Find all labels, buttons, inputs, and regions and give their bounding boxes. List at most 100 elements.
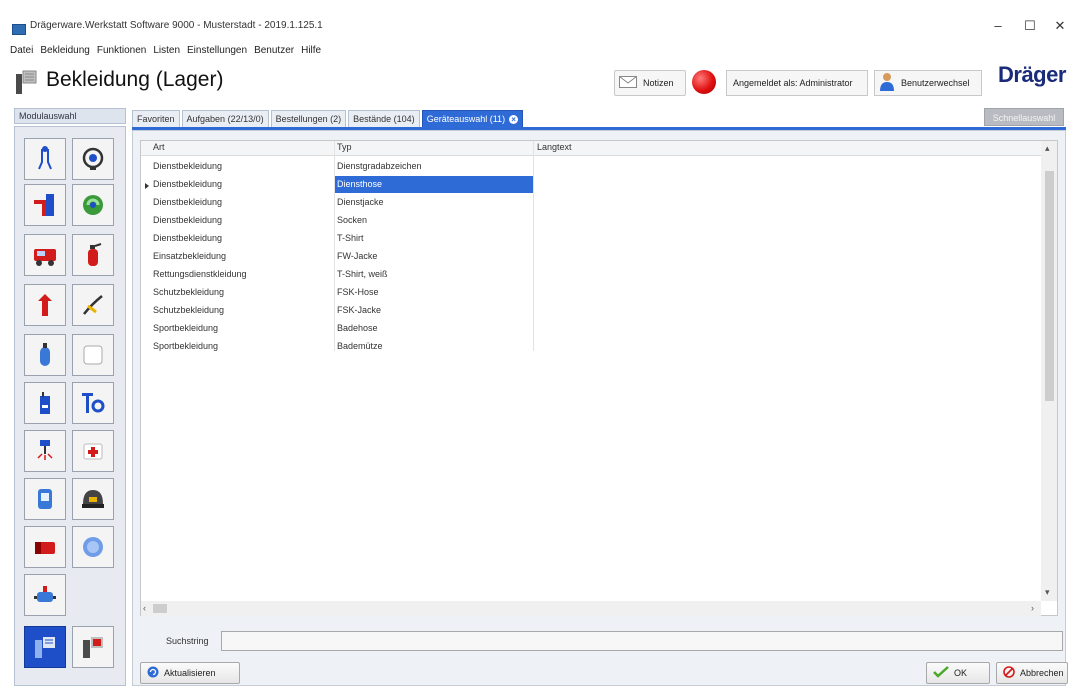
cell-typ: FW-Jacke: [337, 251, 378, 261]
close-button[interactable]: ✕: [1044, 14, 1074, 38]
app-icon: [12, 24, 26, 35]
cell-typ: Bademütze: [337, 341, 383, 351]
cell-typ: Dienstgradabzeichen: [337, 161, 422, 171]
module-helmet-button[interactable]: [72, 478, 114, 520]
module-ladder-button[interactable]: [24, 184, 66, 226]
logged-in-user: Angemeldet als: Administrator: [726, 70, 868, 96]
page-title: Bekleidung (Lager): [46, 68, 224, 91]
menu-listen[interactable]: Listen: [153, 45, 180, 61]
vertical-scroll-thumb[interactable]: [1045, 171, 1054, 401]
table-row[interactable]: Sportbekleidung Bademütze: [141, 338, 1041, 355]
tab-bestellungen[interactable]: Bestellungen (2): [270, 110, 347, 128]
module-gas-detector-button[interactable]: [72, 184, 114, 226]
sensor-icon: [83, 537, 103, 557]
brand-logo: Dräger: [998, 62, 1066, 87]
device-grid: Art Typ Langtext Dienstbekleidung Dienst…: [140, 140, 1058, 616]
search-label: Suchstring: [166, 636, 209, 646]
table-row[interactable]: Dienstbekleidung Dienstgradabzeichen: [141, 158, 1041, 175]
tab-geraeteauswahl[interactable]: Geräteauswahl (11) ×: [421, 110, 524, 128]
quick-select-button[interactable]: Schnellauswahl: [984, 108, 1064, 126]
menu-einstellungen[interactable]: Einstellungen: [187, 45, 247, 61]
module-radio-button[interactable]: [24, 382, 66, 424]
table-row[interactable]: Rettungsdienstkleidung T-Shirt, weiß: [141, 266, 1041, 283]
cancel-button[interactable]: Abbrechen: [996, 662, 1068, 684]
scroll-right-icon[interactable]: ›: [1031, 603, 1034, 613]
maximize-button[interactable]: ☐: [1014, 14, 1046, 38]
column-header-typ[interactable]: Typ: [337, 142, 352, 152]
menu-bekleidung[interactable]: Bekleidung: [40, 45, 89, 61]
cell-art: Schutzbekleidung: [153, 287, 225, 297]
notes-button[interactable]: Notizen: [614, 70, 686, 96]
scroll-down-icon[interactable]: ▾: [1045, 587, 1050, 598]
menu-datei[interactable]: Datei: [10, 45, 33, 61]
module-gas-cylinder-button[interactable]: [24, 334, 66, 376]
module-sensor-button[interactable]: [72, 526, 114, 568]
refresh-button[interactable]: Aktualisieren: [140, 662, 240, 684]
cell-art: Dienstbekleidung: [153, 215, 223, 225]
tab-favoriten[interactable]: Favoriten: [132, 110, 180, 128]
horizontal-scroll-thumb[interactable]: [153, 604, 167, 613]
cell-art: Dienstbekleidung: [153, 161, 223, 171]
table-row[interactable]: Dienstbekleidung T-Shirt: [141, 230, 1041, 247]
module-measuring-device-button[interactable]: [24, 478, 66, 520]
module-mask-button[interactable]: [72, 138, 114, 180]
table-row[interactable]: Schutzbekleidung FSK-Hose: [141, 284, 1041, 301]
module-camera-button[interactable]: [24, 526, 66, 568]
tab-aufgaben[interactable]: Aufgaben (22/13/0): [181, 110, 269, 128]
ok-button[interactable]: OK: [926, 662, 990, 684]
window-title: Drägerware.Werkstatt Software 9000 - Mus…: [30, 20, 323, 31]
cell-art: Einsatzbekleidung: [153, 251, 227, 261]
module-tools-button[interactable]: [72, 382, 114, 424]
tab-strip: Favoriten Aufgaben (22/13/0) Bestellunge…: [132, 110, 524, 128]
table-row[interactable]: Einsatzbekleidung FW-Jacke: [141, 248, 1041, 265]
column-header-langtext[interactable]: Langtext: [537, 142, 572, 152]
first-aid-icon: [83, 443, 103, 460]
cell-typ: Badehose: [337, 323, 378, 333]
module-hydrant-button[interactable]: [24, 284, 66, 326]
scroll-left-icon[interactable]: ‹: [143, 603, 146, 613]
tab-bestaende[interactable]: Bestände (104): [348, 110, 420, 128]
close-tab-icon[interactable]: ×: [509, 114, 519, 124]
envelope-icon: [619, 76, 637, 90]
cell-typ: FSK-Hose: [337, 287, 379, 297]
module-blank-button[interactable]: [72, 334, 114, 376]
module-sprinkler-button[interactable]: [24, 430, 66, 472]
module-first-aid-button[interactable]: [72, 430, 114, 472]
module-pump-button[interactable]: [24, 574, 66, 616]
minimize-button[interactable]: –: [982, 14, 1014, 38]
tab-geraeteauswahl-label: Geräteauswahl (11): [426, 113, 506, 124]
menu-benutzer[interactable]: Benutzer: [254, 45, 294, 61]
ladder-icon: [34, 194, 54, 216]
extinguisher-icon: [88, 243, 102, 266]
pump-icon: [34, 586, 56, 602]
cell-typ: Diensthose: [337, 179, 383, 189]
scroll-up-icon[interactable]: ▴: [1045, 143, 1050, 154]
cell-typ: FSK-Jacke: [337, 305, 382, 315]
cell-art: Dienstbekleidung: [153, 233, 223, 243]
search-input[interactable]: [221, 631, 1063, 651]
mask-icon: [82, 147, 104, 170]
module-hose-nozzle-button[interactable]: [72, 284, 114, 326]
table-row[interactable]: Dienstbekleidung Dienstjacke: [141, 194, 1041, 211]
table-row[interactable]: Schutzbekleidung FSK-Jacke: [141, 302, 1041, 319]
module-clothing-storage-button[interactable]: [72, 626, 114, 668]
module-breathing-apparatus-button[interactable]: [24, 138, 66, 180]
cell-typ: Socken: [337, 215, 368, 225]
clothing-storage-icon: [83, 637, 103, 658]
cell-art: Dienstbekleidung: [153, 197, 223, 207]
table-row[interactable]: Sportbekleidung Badehose: [141, 320, 1041, 337]
menu-hilfe[interactable]: Hilfe: [301, 45, 321, 61]
user-switch-button[interactable]: Benutzerwechsel: [874, 70, 982, 96]
table-row-selected[interactable]: Dienstbekleidung Diensthose: [141, 176, 1041, 193]
column-header-art[interactable]: Art: [153, 142, 165, 152]
table-row[interactable]: Dienstbekleidung Socken: [141, 212, 1041, 229]
ok-label: OK: [954, 668, 968, 678]
refresh-label: Aktualisieren: [164, 668, 216, 678]
menu-funktionen[interactable]: Funktionen: [97, 45, 146, 61]
hose-nozzle-icon: [83, 295, 103, 315]
horizontal-scrollbar[interactable]: ‹ ›: [141, 601, 1041, 616]
cell-typ: T-Shirt, weiß: [337, 269, 388, 279]
module-fire-truck-button[interactable]: [24, 234, 66, 276]
module-clothing-button[interactable]: [24, 626, 66, 668]
module-extinguisher-button[interactable]: [72, 234, 114, 276]
